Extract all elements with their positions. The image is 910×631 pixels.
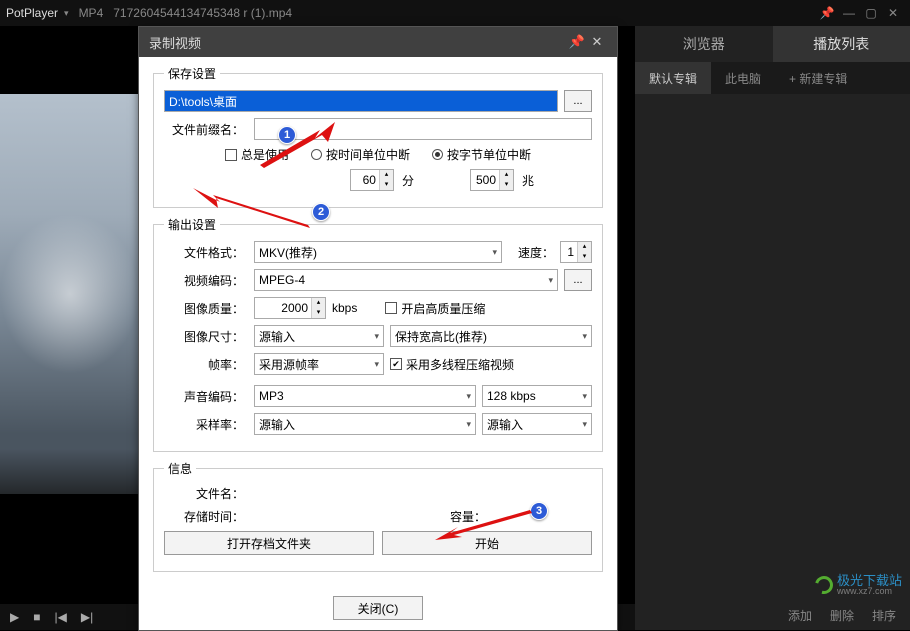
filename: 7172604544134745348 r (1).mp4 <box>113 6 292 20</box>
next-icon[interactable]: ▶| <box>81 610 93 624</box>
format-select[interactable]: MKV(推荐)▾ <box>254 241 502 263</box>
sort-button[interactable]: 排序 <box>872 607 896 624</box>
srate-select[interactable]: 源输入▾ <box>254 413 476 435</box>
speed-stepper[interactable]: 1▴▾ <box>560 241 592 263</box>
break-time-radio[interactable]: 按时间单位中断 <box>311 146 410 163</box>
start-button[interactable]: 开始 <box>382 531 592 555</box>
fps-select[interactable]: 采用源帧率▾ <box>254 353 384 375</box>
quality-stepper[interactable]: 2000▴▾ <box>254 297 326 319</box>
playlist-subtabs: 默认专辑 此电脑 + 新建专辑 <box>635 62 910 94</box>
hq-checkbox[interactable]: 开启高质量压缩 <box>385 300 485 317</box>
pin-icon[interactable]: 📌 <box>816 4 838 22</box>
subtab-default-album[interactable]: 默认专辑 <box>635 62 711 94</box>
app-name[interactable]: PotPlayer <box>6 6 58 20</box>
dialog-titlebar: 录制视频 📌 ✕ <box>139 27 617 57</box>
abitrate-select[interactable]: 128 kbps▾ <box>482 385 592 407</box>
app-menu-chevron-icon[interactable]: ▾ <box>64 8 69 19</box>
output-settings-group: 输出设置 文件格式： MKV(推荐)▾ 速度： 1▴▾ 视频编码： MPEG-4… <box>153 216 603 452</box>
output-legend: 输出设置 <box>164 216 220 233</box>
tab-playlist[interactable]: 播放列表 <box>773 26 910 62</box>
browse-button[interactable]: ... <box>564 90 592 112</box>
record-dialog: 录制视频 📌 ✕ 保存设置 ... 文件前缀名： 总是使用 按时间单位中断 按字… <box>138 26 618 631</box>
video-preview[interactable] <box>0 94 140 494</box>
minutes-stepper[interactable]: 60▴▾ <box>350 169 394 191</box>
dialog-pin-icon[interactable]: 📌 <box>567 34 587 50</box>
tab-browser[interactable]: 浏览器 <box>635 26 773 62</box>
vcodec-more-button[interactable]: ... <box>564 269 592 291</box>
maximize-button[interactable]: ▢ <box>860 4 882 22</box>
watermark-logo-icon <box>812 573 837 598</box>
srate2-select[interactable]: 源输入▾ <box>482 413 592 435</box>
prev-icon[interactable]: |◀ <box>54 610 66 624</box>
vcodec-select[interactable]: MPEG-4▾ <box>254 269 558 291</box>
break-byte-radio[interactable]: 按字节单位中断 <box>432 146 531 163</box>
close-dialog-button[interactable]: 关闭(C) <box>333 596 423 620</box>
delete-button[interactable]: 删除 <box>830 607 854 624</box>
minimize-button[interactable]: — <box>838 4 860 22</box>
close-button[interactable]: ✕ <box>882 4 904 22</box>
format-badge: MP4 <box>79 6 104 20</box>
size-select[interactable]: 源输入▾ <box>254 325 384 347</box>
add-button[interactable]: 添加 <box>788 607 812 624</box>
save-legend: 保存设置 <box>164 65 220 82</box>
always-use-checkbox[interactable]: 总是使用 <box>225 146 289 163</box>
prefix-input[interactable] <box>254 118 592 140</box>
acodec-select[interactable]: MP3▾ <box>254 385 476 407</box>
sidebar-tabs: 浏览器 播放列表 <box>635 26 910 62</box>
play-icon[interactable]: ▶ <box>10 610 19 624</box>
aspect-select[interactable]: 保持宽高比(推荐)▾ <box>390 325 592 347</box>
subtab-new-album[interactable]: + 新建专辑 <box>775 62 861 94</box>
multithread-checkbox[interactable]: ✔采用多线程压缩视频 <box>390 356 514 373</box>
info-group: 信息 文件名： 存储时间： 容量： 打开存档文件夹 开始 <box>153 460 603 572</box>
subtab-this-pc[interactable]: 此电脑 <box>711 62 775 94</box>
dialog-close-icon[interactable]: ✕ <box>587 34 607 50</box>
stop-icon[interactable]: ■ <box>33 610 40 624</box>
save-settings-group: 保存设置 ... 文件前缀名： 总是使用 按时间单位中断 按字节单位中断 60▴… <box>153 65 603 208</box>
info-legend: 信息 <box>164 460 196 477</box>
prefix-label: 文件前缀名： <box>164 121 244 138</box>
save-path-input[interactable] <box>164 90 558 112</box>
watermark: 极光下载站 www.xz7.com <box>815 574 902 596</box>
sidebar: 浏览器 播放列表 默认专辑 此电脑 + 新建专辑 添加 删除 排序 极光下载站 … <box>635 26 910 630</box>
open-folder-button[interactable]: 打开存档文件夹 <box>164 531 374 555</box>
titlebar: PotPlayer ▾ MP4 7172604544134745348 r (1… <box>0 0 910 26</box>
dialog-title: 录制视频 <box>149 33 201 52</box>
sidebar-bottom: 添加 删除 排序 <box>635 600 910 630</box>
bytes-stepper[interactable]: 500▴▾ <box>470 169 514 191</box>
